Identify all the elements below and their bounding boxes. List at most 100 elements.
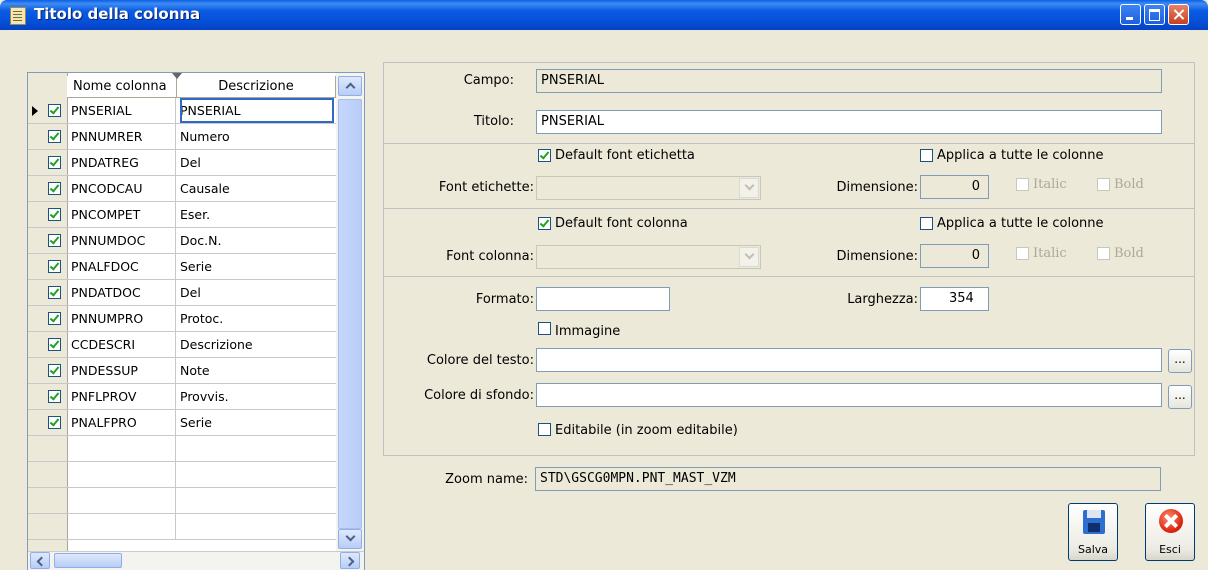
vertical-scroll-thumb[interactable] [338,99,362,529]
table-row[interactable]: PNNUMPRO Protoc. [28,306,336,332]
maximize-button[interactable] [1144,4,1165,25]
cell-column-name[interactable]: PNNUMRER [71,124,176,149]
minimize-button[interactable] [1120,4,1141,25]
column-header-description[interactable]: Descrizione [177,76,336,98]
default-column-font-checkbox[interactable] [538,217,551,230]
label-italic-checkbox[interactable] [1016,178,1029,191]
cell-description[interactable]: Causale [180,176,334,201]
column-italic-checkbox[interactable] [1016,247,1029,260]
column-font-combo[interactable] [536,245,761,269]
row-visible-checkbox[interactable] [48,312,61,325]
cell-column-name[interactable]: PNDESSUP [71,358,176,383]
cell-column-name[interactable]: CCDESCRI [71,332,176,357]
horizontal-scrollbar[interactable] [28,551,364,570]
row-visible-checkbox[interactable] [48,234,61,247]
table-row[interactable]: PNNUMRER Numero [28,124,336,150]
cell-description[interactable]: Note [180,358,334,383]
cell-column-name[interactable]: PNDATDOC [71,280,176,305]
cell-column-name[interactable]: PNDATREG [71,150,176,175]
chevron-down-icon[interactable] [739,247,759,267]
cell-column-name[interactable] [71,488,176,513]
cell-column-name[interactable]: PNSERIAL [71,98,176,123]
cell-column-name[interactable]: PNCOMPET [71,202,176,227]
cell-description[interactable]: PNSERIAL [180,98,334,123]
horizontal-scroll-thumb[interactable] [54,553,122,568]
table-row[interactable]: PNNUMDOC Doc.N. [28,228,336,254]
cell-column-name[interactable]: PNNUMPRO [71,306,176,331]
close-button[interactable] [1168,4,1189,25]
apply-all-label-checkbox[interactable] [920,149,933,162]
table-row[interactable]: PNFLPROV Provvis. [28,384,336,410]
cell-description[interactable]: Protoc. [180,306,334,331]
formato-field[interactable] [536,287,670,311]
larghezza-field[interactable]: 354 [920,287,989,311]
scroll-up-button[interactable] [338,76,362,96]
cell-column-name[interactable] [71,436,176,461]
row-visible-checkbox[interactable] [48,208,61,221]
row-visible-checkbox[interactable] [48,182,61,195]
cell-column-name[interactable]: PNCODCAU [71,176,176,201]
table-row[interactable]: PNALFPRO Serie [28,410,336,436]
apply-all-column-checkbox[interactable] [920,217,933,230]
row-visible-checkbox[interactable] [48,364,61,377]
row-visible-checkbox[interactable] [48,338,61,351]
default-label-font-checkbox[interactable] [538,149,551,162]
vertical-scrollbar[interactable] [336,73,364,551]
cell-description[interactable]: Descrizione [180,332,334,357]
cell-column-name[interactable]: PNALFDOC [71,254,176,279]
column-bold-checkbox[interactable] [1097,247,1110,260]
row-visible-checkbox[interactable] [48,156,61,169]
cell-description[interactable]: Numero [180,124,334,149]
bg-color-field[interactable] [536,383,1162,407]
text-color-field[interactable] [536,348,1162,372]
column-header-name[interactable]: Nome colonna [67,76,177,98]
cell-description[interactable]: Eser. [180,202,334,227]
table-row[interactable]: PNSERIAL PNSERIAL [28,98,336,124]
cell-description[interactable]: Doc.N. [180,228,334,253]
cell-description[interactable]: Provvis. [180,384,334,409]
save-button[interactable]: Salva [1068,503,1118,561]
label-bold-checkbox[interactable] [1097,178,1110,191]
bg-color-picker-button[interactable]: ... [1168,385,1192,409]
scroll-down-button[interactable] [338,529,362,549]
scroll-left-button[interactable] [30,552,50,569]
row-visible-checkbox[interactable] [48,416,61,429]
scroll-right-button[interactable] [340,552,360,569]
cell-column-name[interactable]: PNNUMDOC [71,228,176,253]
row-visible-checkbox[interactable] [48,286,61,299]
table-row[interactable]: CCDESCRI Descrizione [28,332,336,358]
table-row[interactable] [28,488,336,514]
table-row[interactable]: PNDATDOC Del [28,280,336,306]
row-visible-checkbox[interactable] [48,130,61,143]
table-row[interactable]: PNCOMPET Eser. [28,202,336,228]
titolo-field[interactable]: PNSERIAL [536,110,1162,134]
cell-column-name[interactable]: PNFLPROV [71,384,176,409]
row-visible-checkbox[interactable] [48,390,61,403]
editable-checkbox[interactable] [538,423,551,436]
table-row[interactable] [28,462,336,488]
chevron-down-icon[interactable] [739,178,759,198]
cell-column-name[interactable] [71,514,176,539]
text-color-picker-button[interactable]: ... [1168,349,1192,373]
row-visible-checkbox[interactable] [48,260,61,273]
title-bar[interactable]: Titolo della colonna [0,0,1208,30]
campo-field[interactable]: PNSERIAL [536,69,1162,93]
cell-description[interactable]: Serie [180,254,334,279]
cell-description[interactable]: Serie [180,410,334,435]
cell-column-name[interactable] [71,462,176,487]
cell-description[interactable]: Del [180,280,334,305]
exit-button[interactable]: Esci [1145,503,1195,561]
table-row[interactable] [28,514,336,540]
label-font-combo[interactable] [536,176,761,200]
table-row[interactable] [28,436,336,462]
cell-column-name[interactable]: PNALFPRO [71,410,176,435]
row-visible-checkbox[interactable] [48,104,61,117]
immagine-checkbox[interactable] [538,322,551,335]
columns-grid[interactable]: Nome colonna Descrizione PNSERIAL PNSERIA… [27,72,365,570]
zoom-name-field[interactable]: STD\GSCG0MPN.PNT_MAST_VZM [535,467,1161,491]
table-row[interactable]: PNALFDOC Serie [28,254,336,280]
column-size-field[interactable]: 0 [920,244,989,268]
label-size-field[interactable]: 0 [920,175,989,199]
table-row[interactable]: PNCODCAU Causale [28,176,336,202]
table-row[interactable]: PNDESSUP Note [28,358,336,384]
